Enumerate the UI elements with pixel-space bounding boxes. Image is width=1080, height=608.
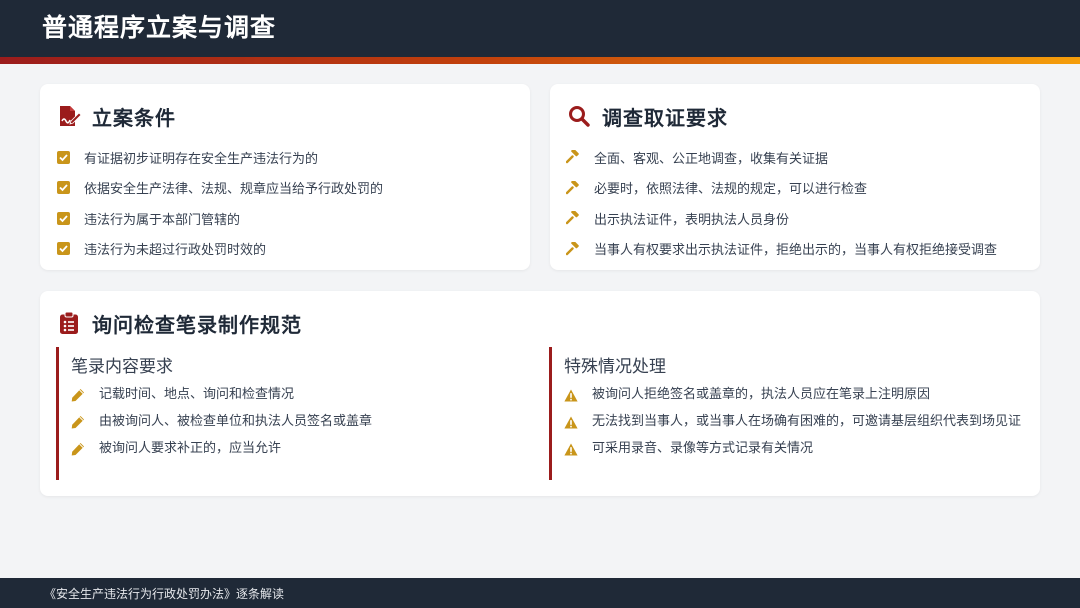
list-item: 出示执法证件，表明执法人员身份 bbox=[566, 203, 997, 234]
list-item: 无法找到当事人，或当事人在场确有困难的，可邀请基层组织代表到场见证 bbox=[564, 412, 1029, 432]
gavel-icon bbox=[566, 211, 580, 225]
list-item: 由被询问人、被检查单位和执法人员签名或盖章 bbox=[71, 412, 526, 432]
special-situations-title: 特殊情况处理 bbox=[564, 357, 666, 377]
pencil-icon bbox=[71, 415, 85, 429]
list-item-text: 必要时，依照法律、法规的规定，可以进行检查 bbox=[594, 182, 868, 198]
content-requirements-list: 记载时间、地点、询问和检查情况 由被询问人、被检查单位和执法人员签名或盖章 被询… bbox=[71, 385, 526, 459]
list-item-text: 可采用录音、录像等方式记录有关情况 bbox=[592, 441, 814, 456]
list-item-text: 违法行为未超过行政处罚时效的 bbox=[84, 243, 267, 259]
list-item: 当事人有权要求出示执法证件，拒绝出示的，当事人有权拒绝接受调查 bbox=[566, 234, 997, 265]
list-item: 有证据初步证明存在安全生产违法行为的 bbox=[56, 142, 383, 173]
list-item: 全面、客观、公正地调查，收集有关证据 bbox=[566, 142, 997, 173]
investigation-requirements-card: 调查取证要求 全面、客观、公正地调查，收集有关证据 必要时，依照法律、法规的规定… bbox=[550, 84, 1040, 270]
filing-conditions-list: 有证据初步证明存在安全生产违法行为的 依据安全生产法律、法规、规章应当给予行政处… bbox=[56, 142, 383, 264]
list-item-text: 违法行为属于本部门管辖的 bbox=[84, 212, 241, 228]
content-requirements-section: 笔录内容要求 记载时间、地点、询问和检查情况 由被询问人、被检查单位和执法人员签… bbox=[56, 347, 526, 480]
list-item-text: 有证据初步证明存在安全生产违法行为的 bbox=[84, 151, 319, 167]
investigation-card-header: 调查取证要求 bbox=[566, 102, 728, 130]
filing-conditions-card: 立案条件 有证据初步证明存在安全生产违法行为的 依据安全生产法律、法规、规章应当… bbox=[40, 84, 530, 270]
list-item-text: 依据安全生产法律、法规、规章应当给予行政处罚的 bbox=[84, 182, 384, 198]
warning-icon bbox=[564, 442, 578, 456]
list-item: 被询问人要求补正的，应当允许 bbox=[71, 439, 526, 459]
special-situations-section: 特殊情况处理 被询问人拒绝签名或盖章的，执法人员应在笔录上注明原因 无法找到当事… bbox=[549, 347, 1029, 480]
list-item-text: 当事人有权要求出示执法证件，拒绝出示的，当事人有权拒绝接受调查 bbox=[594, 243, 998, 259]
accent-bar bbox=[0, 57, 1080, 64]
check-square-icon bbox=[56, 181, 70, 195]
pencil-icon bbox=[71, 388, 85, 402]
clipboard-list-icon bbox=[56, 310, 82, 336]
file-signature-icon bbox=[56, 103, 82, 129]
list-item-text: 被询问人要求补正的，应当允许 bbox=[99, 441, 282, 456]
investigation-card-title: 调查取证要求 bbox=[602, 105, 728, 130]
header-bar: 普通程序立案与调查 bbox=[0, 0, 1080, 57]
warning-icon bbox=[564, 388, 578, 402]
investigation-requirements-list: 全面、客观、公正地调查，收集有关证据 必要时，依照法律、法规的规定，可以进行检查… bbox=[566, 142, 997, 264]
list-item-text: 全面、客观、公正地调查，收集有关证据 bbox=[594, 151, 829, 167]
list-item: 违法行为未超过行政处罚时效的 bbox=[56, 234, 383, 265]
list-item: 违法行为属于本部门管辖的 bbox=[56, 203, 383, 234]
list-item-text: 无法找到当事人，或当事人在场确有困难的，可邀请基层组织代表到场见证 bbox=[592, 414, 1022, 429]
records-card-header: 询问检查笔录制作规范 bbox=[56, 309, 302, 337]
list-item: 必要时，依照法律、法规的规定，可以进行检查 bbox=[566, 173, 997, 204]
special-situations-list: 被询问人拒绝签名或盖章的，执法人员应在笔录上注明原因 无法找到当事人，或当事人在… bbox=[564, 385, 1029, 459]
search-icon bbox=[566, 103, 592, 129]
list-item-text: 被询问人拒绝签名或盖章的，执法人员应在笔录上注明原因 bbox=[592, 387, 931, 402]
records-standards-card: 询问检查笔录制作规范 笔录内容要求 记载时间、地点、询问和检查情况 由被询问人、… bbox=[40, 291, 1040, 496]
page-title: 普通程序立案与调查 bbox=[42, 13, 277, 42]
records-card-title: 询问检查笔录制作规范 bbox=[92, 312, 302, 337]
pencil-icon bbox=[71, 442, 85, 456]
filing-card-title: 立案条件 bbox=[92, 105, 176, 130]
list-item: 依据安全生产法律、法规、规章应当给予行政处罚的 bbox=[56, 173, 383, 204]
warning-icon bbox=[564, 415, 578, 429]
gavel-icon bbox=[566, 180, 580, 195]
list-item: 可采用录音、录像等方式记录有关情况 bbox=[564, 439, 1029, 459]
list-item-text: 由被询问人、被检查单位和执法人员签名或盖章 bbox=[99, 414, 373, 429]
footer-bar: 《安全生产违法行为行政处罚办法》逐条解读 bbox=[0, 578, 1080, 608]
list-item-text: 出示执法证件，表明执法人员身份 bbox=[594, 212, 790, 228]
filing-card-header: 立案条件 bbox=[56, 102, 176, 130]
check-square-icon bbox=[56, 150, 70, 164]
check-square-icon bbox=[56, 211, 70, 225]
list-item-text: 记载时间、地点、询问和检查情况 bbox=[99, 387, 295, 402]
check-square-icon bbox=[56, 242, 70, 256]
gavel-icon bbox=[566, 241, 580, 256]
list-item: 记载时间、地点、询问和检查情况 bbox=[71, 385, 526, 405]
content-requirements-title: 笔录内容要求 bbox=[71, 357, 173, 377]
list-item: 被询问人拒绝签名或盖章的，执法人员应在笔录上注明原因 bbox=[564, 385, 1029, 405]
gavel-icon bbox=[566, 150, 580, 164]
footer-text: 《安全生产违法行为行政处罚办法》逐条解读 bbox=[44, 587, 285, 601]
